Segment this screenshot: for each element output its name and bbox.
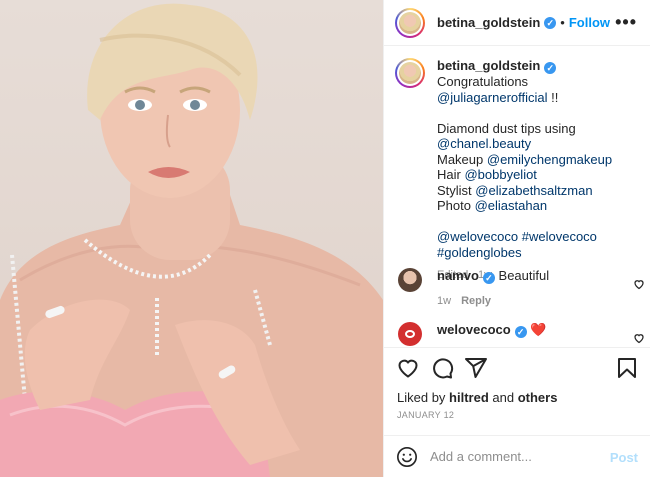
commenter-avatar[interactable] — [398, 322, 422, 346]
author-avatar[interactable] — [395, 7, 425, 38]
caption-text: Congratulations — [437, 74, 529, 89]
likes-prefix: Liked by — [397, 390, 450, 405]
post-header: betina_goldstein ✓ • Follow ••• — [384, 0, 650, 46]
likes-summary: Liked by hiltred and others — [397, 390, 557, 405]
likes-middle: and — [488, 390, 518, 405]
mention-link[interactable]: @emilychengmakeup — [487, 152, 612, 167]
verified-icon: ✓ — [514, 326, 527, 338]
author-username[interactable]: betina_goldstein — [437, 15, 540, 30]
caption-avatar[interactable] — [395, 58, 425, 88]
comment-like-icon[interactable] — [633, 332, 645, 344]
post-actions — [384, 347, 650, 387]
mention-link[interactable]: @chanel.beauty — [437, 136, 531, 151]
reply-button[interactable]: Reply — [461, 295, 491, 307]
follow-button[interactable]: Follow — [569, 15, 610, 30]
liker-username[interactable]: hiltred — [449, 390, 489, 405]
commenter-username[interactable]: namvo — [437, 268, 479, 283]
mention-link[interactable]: @elizabethsaltzman — [475, 183, 592, 198]
post-date[interactable]: JANUARY 12 — [397, 410, 454, 420]
verified-icon: ✓ — [482, 272, 495, 284]
mention-link[interactable]: @welovecoco — [437, 229, 518, 244]
hashtag-link[interactable]: #welovecoco — [522, 229, 597, 244]
post-photo[interactable] — [0, 0, 383, 477]
verified-icon: ✓ — [544, 16, 557, 29]
add-comment-bar: Post — [384, 435, 650, 477]
caption-text: Makeup — [437, 151, 487, 167]
instagram-post: betina_goldstein ✓ • Follow ••• betina_g… — [0, 0, 650, 477]
comment-text: ❤️ — [530, 322, 547, 337]
bookmark-icon[interactable] — [615, 356, 639, 380]
mention-link[interactable]: @bobbyeliot — [464, 167, 536, 182]
caption-text: Photo — [437, 198, 475, 213]
hashtag-link[interactable]: #goldenglobes — [437, 245, 522, 260]
comment-item: namvo ✓ Beautiful 1w Reply — [395, 268, 645, 309]
comment-like-icon[interactable] — [633, 278, 645, 290]
comment-item: welovecoco ✓ ❤️ — [395, 322, 645, 346]
mention-link[interactable]: @eliastahan — [475, 198, 547, 213]
caption-username[interactable]: betina_goldstein — [437, 58, 540, 73]
commenter-username[interactable]: welovecoco — [437, 322, 511, 337]
comment-text: Beautiful — [498, 268, 550, 283]
caption-text: Hair — [437, 167, 465, 182]
likes-others-link[interactable]: others — [518, 390, 558, 405]
more-icon[interactable]: ••• — [615, 13, 637, 31]
verified-icon: ✓ — [544, 62, 557, 74]
emoji-icon[interactable] — [396, 446, 418, 468]
separator-dot: • — [560, 15, 565, 30]
caption-text: Diamond dust tips using — [437, 120, 576, 136]
post-caption: betina_goldstein ✓ Congratulations @julia… — [395, 58, 645, 284]
comment-icon[interactable] — [430, 356, 454, 380]
share-icon[interactable] — [464, 356, 488, 380]
heart-icon[interactable] — [396, 356, 420, 380]
caption-text: !! — [547, 89, 559, 105]
comment-time: 1w — [437, 295, 452, 307]
post-side-panel: betina_goldstein ✓ • Follow ••• betina_g… — [383, 0, 650, 477]
post-comment-button[interactable]: Post — [610, 450, 638, 465]
comment-input[interactable] — [430, 449, 600, 464]
mention-link[interactable]: @juliagarnerofficial — [437, 90, 548, 105]
commenter-avatar[interactable] — [398, 268, 422, 292]
portrait-illustration — [0, 3, 383, 477]
caption-text: Stylist — [437, 182, 476, 198]
